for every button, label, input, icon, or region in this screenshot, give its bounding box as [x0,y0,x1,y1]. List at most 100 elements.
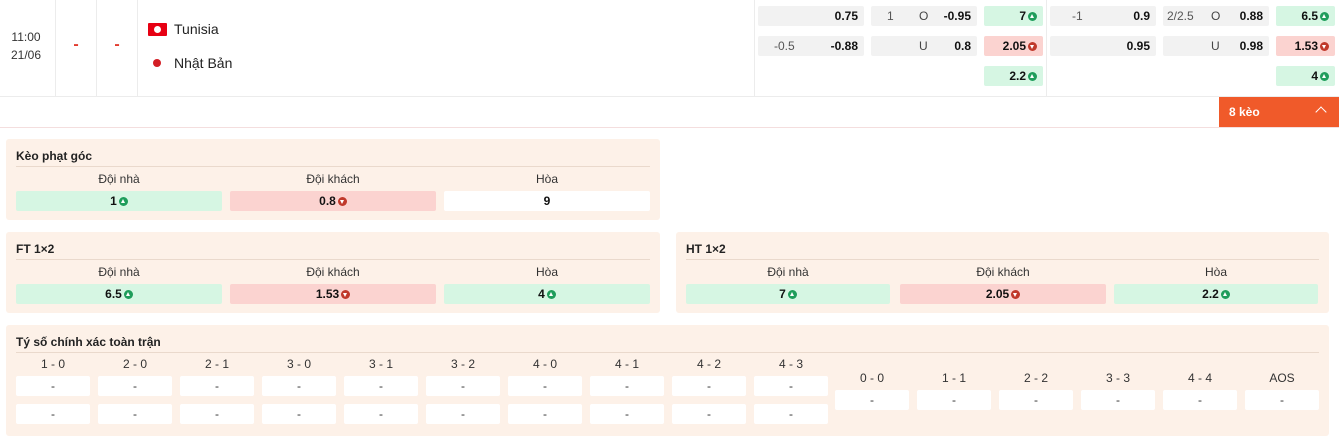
odds-value: 7 [1019,9,1037,23]
ft-handicap-home[interactable]: 0.75 [758,6,864,26]
arrow-up-icon [123,289,133,299]
odds-draw-button[interactable]: 2.2 [1114,284,1318,304]
arrow-down-icon [337,196,347,206]
arrow-down-icon [341,289,351,299]
odds-draw-button[interactable]: 9 [444,191,650,211]
arrow-up-icon [118,196,128,206]
score-odds-button[interactable]: - [180,376,254,396]
odds-home-button[interactable]: 6.5 [16,284,222,304]
ft-under-cell[interactable]: U 0.8 [871,36,977,56]
divider [1046,0,1047,97]
panel-title: HT 1×2 [686,242,726,256]
odds-draw-button[interactable]: 4 [444,284,650,304]
score-odds-button[interactable]: - [16,376,90,396]
ft-1x2-draw[interactable]: 2.2 [984,66,1043,86]
odds-number: 1.53 [1294,39,1318,53]
arrow-down-icon [1028,41,1037,51]
score-odds-button[interactable]: - [16,404,90,424]
odds-number: 1 [110,194,117,208]
arrow-up-icon [546,289,556,299]
odds-number: 2.2 [1202,287,1219,301]
score-odds-button[interactable]: - [508,376,582,396]
score-odds-button[interactable]: - [754,404,828,424]
score-label: 3 - 2 [450,357,475,371]
score-odds-button[interactable]: - [1163,390,1237,410]
ht-1x2-home[interactable]: 6.5 [1276,6,1335,26]
ht-1x2-draw[interactable]: 4 [1276,66,1335,86]
ft-handicap-away[interactable]: -0.5 -0.88 [758,36,864,56]
home-team[interactable]: Tunisia [148,19,219,39]
score-odds-button[interactable]: - [180,404,254,424]
score-label: 2 - 2 [1023,371,1048,385]
score-odds-button[interactable]: - [426,404,500,424]
home-team-name: Tunisia [174,21,219,37]
odds-value: 0.8 [954,39,971,53]
ft-over-cell[interactable]: 1 O -0.95 [871,6,977,26]
ou-line: 2/2.5 [1167,9,1194,23]
ft-1x2-panel: FT 1×2 Đội nhà Đội khách Hòa 6.5 1.53 4 [6,232,660,313]
divider [137,0,138,97]
odds-value: 2.05 [1003,39,1037,53]
odds-value: -0.88 [830,39,858,53]
score-odds-button[interactable]: - [98,404,172,424]
score-odds-button[interactable]: - [835,390,909,410]
arrow-up-icon [787,289,797,299]
score-odds-button[interactable]: - [1245,390,1319,410]
handicap-line: -1 [1072,9,1083,23]
odds-away-button[interactable]: 2.05 [900,284,1106,304]
score-label: 2 - 0 [122,357,147,371]
odds-away-button[interactable]: 1.53 [230,284,436,304]
odds-home-button[interactable]: 1 [16,191,222,211]
ft-1x2-home[interactable]: 7 [984,6,1043,26]
odds-value: -0.95 [943,9,971,23]
ht-handicap-away[interactable]: 0.95 [1050,36,1156,56]
score-label: 0 - 0 [859,371,884,385]
away-team[interactable]: Nhật Bản [148,53,232,73]
score-odds-button[interactable]: - [262,376,336,396]
ht-under-cell[interactable]: U 0.98 [1163,36,1269,56]
ht-handicap-home[interactable]: -1 0.9 [1050,6,1156,26]
panel-title: Kèo phạt góc [16,149,93,163]
score-label: 2 - 1 [204,357,229,371]
score-odds-button[interactable]: - [590,404,664,424]
score-odds-button[interactable]: - [590,376,664,396]
score-odds-button[interactable]: - [917,390,991,410]
odds-value: 4 [1311,69,1329,83]
score-odds-button[interactable]: - [262,404,336,424]
score-odds-button[interactable]: - [672,404,746,424]
ft-1x2-away[interactable]: 2.05 [984,36,1043,56]
odds-number: 4 [538,287,545,301]
score-odds-button[interactable]: - [344,376,418,396]
score-odds-button[interactable]: - [344,404,418,424]
ou-line: 1 [887,9,894,23]
tunisia-flag-icon [148,22,167,36]
odds-value: 0.98 [1239,39,1263,53]
more-markets-button[interactable]: 8 kèo [1219,97,1339,127]
match-date: 21/06 [10,48,42,62]
ht-1x2-panel: HT 1×2 Đội nhà Đội khách Hòa 7 2.05 2.2 [676,232,1329,313]
score-odds-button[interactable]: - [508,404,582,424]
odds-value: 0.88 [1239,9,1263,23]
score-odds-button[interactable]: - [999,390,1073,410]
divider [686,259,1319,260]
odds-number: 1.53 [315,287,340,301]
odds-value: 0.95 [1126,39,1150,53]
column-header: Đội nhà [98,172,140,186]
match-row: 11:00 21/06 - - Tunisia Nhật Bản 0.75 -0… [0,0,1339,97]
over-label: O [1211,9,1221,23]
odds-away-button[interactable]: 0.8 [230,191,436,211]
score-odds-button[interactable]: - [754,376,828,396]
score-odds-button[interactable]: - [672,376,746,396]
divider [16,166,650,167]
ht-1x2-away[interactable]: 1.53 [1276,36,1335,56]
odds-home-button[interactable]: 7 [686,284,890,304]
ht-over-cell[interactable]: 2/2.5 O 0.88 [1163,6,1269,26]
score-odds-button[interactable]: - [1081,390,1155,410]
score-label: 4 - 2 [696,357,721,371]
score-odds-button[interactable]: - [426,376,500,396]
odds-number: 2.2 [1009,69,1026,83]
odds-number: 6.5 [1301,9,1318,23]
score-odds-button[interactable]: - [98,376,172,396]
arrow-up-icon [1028,11,1037,21]
match-time-clock: 11:00 [11,30,41,44]
